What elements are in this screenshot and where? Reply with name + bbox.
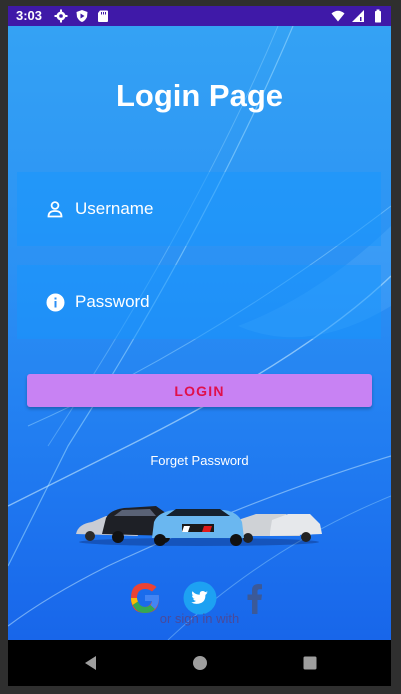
google-icon[interactable] [128,581,162,615]
gear-icon [54,9,68,23]
password-placeholder: Password [75,292,150,311]
device-frame: 3:03 Login Page Username Password LOGIN … [0,0,401,694]
username-field[interactable]: Username [17,172,381,246]
password-field[interactable]: Password [17,265,381,339]
login-button[interactable]: LOGIN [27,374,372,407]
login-screen: Login Page Username Password LOGIN Forge… [8,26,391,640]
home-button[interactable] [191,654,209,672]
status-bar: 3:03 [8,6,391,26]
back-button[interactable] [82,654,100,672]
status-time: 3:03 [16,8,43,23]
username-placeholder: Username [75,199,154,218]
twitter-icon[interactable] [183,581,217,615]
forget-password-link[interactable]: Forget Password [8,453,391,468]
play-protect-icon [76,10,88,22]
recents-button[interactable] [301,654,319,672]
navigation-bar [8,640,391,686]
facebook-icon[interactable] [238,581,272,615]
cars-image [76,506,322,546]
wifi-icon [331,10,345,22]
or-sign-in-with-label: or sign in with [159,611,240,626]
sd-card-icon [98,10,108,22]
info-icon [45,292,65,312]
signal-icon [352,10,364,22]
person-icon [45,199,65,219]
page-title: Login Page [115,78,284,113]
battery-icon [375,9,381,23]
